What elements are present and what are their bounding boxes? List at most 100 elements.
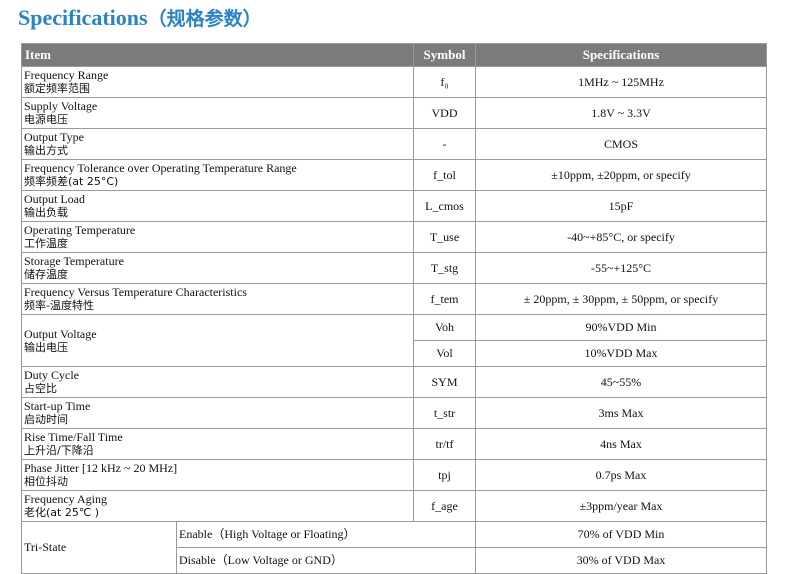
table-row: Output Voltage 输出电压 Voh 90%VDD Min	[21, 314, 767, 367]
symbol-cell: f_tem	[413, 283, 476, 315]
item-label-cn: 相位抖动	[24, 475, 68, 488]
value-cell: 3ms Max	[475, 397, 767, 429]
item-label: Duty Cycle	[24, 368, 79, 382]
item-cell: Output Voltage 输出电压	[21, 314, 414, 367]
table-row: Frequency Aging 老化(at 25℃ ) f_age ±3ppm/yea…	[21, 490, 767, 522]
table-row: Frequency Range 额定频率范围 f₀ 1MHz ~ 125MHz	[21, 66, 767, 98]
value-cell: ±10ppm, ±20ppm, or specify	[475, 159, 767, 191]
item-label-cn: 占空比	[24, 382, 57, 395]
item-cell: Operating Temperature 工作温度	[21, 221, 414, 253]
symbol-cell: f_tol	[413, 159, 476, 191]
title-chinese: （规格参数）	[147, 8, 262, 30]
table-row: Phase Jitter [12 kHz ~ 20 MHz] 相位抖动 tpj 0.7…	[21, 459, 767, 491]
symbol-cell: -	[413, 128, 476, 160]
table-row: Output Load 输出负载 L_cmos 15pF	[21, 190, 767, 222]
item-cell: Frequency Range 额定频率范围	[21, 66, 414, 98]
item-label: Start-up Time	[24, 399, 91, 413]
symbol-cell: T_use	[413, 221, 476, 253]
value-cell: 45~55%	[475, 366, 767, 398]
table-row: Operating Temperature 工作温度 T_use -40~+85°C,…	[21, 221, 767, 253]
tri-state-label: Tri-State	[21, 521, 177, 574]
table-row: Frequency Tolerance over Operating Tempe…	[21, 159, 767, 191]
symbol-cell: VDD	[413, 97, 476, 129]
symbol-cell: f_age	[413, 490, 476, 522]
item-label: Frequency Range	[24, 68, 109, 82]
table-row: Storage Temperature 储存温度 T_stg -55~+125°C	[21, 252, 767, 284]
table-row: Output Type 输出方式 - CMOS	[21, 128, 767, 160]
item-label: Rise Time/Fall Time	[24, 430, 123, 444]
item-label-cn: 启动时间	[24, 413, 68, 426]
value-cell: -40~+85°C, or specify	[475, 221, 767, 253]
item-cell: Phase Jitter [12 kHz ~ 20 MHz] 相位抖动	[21, 459, 414, 491]
symbol-cell: SYM	[413, 366, 476, 398]
item-label-cn: 老化(at 25℃ )	[24, 506, 99, 519]
tri-state-disable-condition: Disable（Low Voltage or GND）	[176, 547, 476, 574]
value-cell: 1MHz ~ 125MHz	[475, 66, 767, 98]
item-label: Output Load	[24, 192, 85, 206]
tri-state-enable-condition: Enable（High Voltage or Floating）	[176, 521, 476, 548]
symbol-cell: tr/tf	[413, 428, 476, 460]
item-label: Output Type	[24, 130, 84, 144]
symbol-cell: tpj	[413, 459, 476, 491]
item-label-cn: 储存温度	[24, 268, 68, 281]
value-cell: 4ns Max	[475, 428, 767, 460]
item-label: Operating Temperature	[24, 223, 136, 237]
item-label: Frequency Aging	[24, 492, 107, 506]
item-cell: Storage Temperature 储存温度	[21, 252, 414, 284]
item-label: Supply Voltage	[24, 99, 98, 113]
title-english: Specifications	[18, 5, 148, 30]
symbol-cell: t_str	[413, 397, 476, 429]
item-label: Phase Jitter [12 kHz ~ 20 MHz]	[24, 461, 178, 475]
item-label: Frequency Versus Temperature Characteris…	[24, 285, 247, 299]
symbol-cell: L_cmos	[413, 190, 476, 222]
value-cell: 90%VDD Min	[475, 314, 767, 341]
table-row: Tri-State Enable（High Voltage or Floatin…	[21, 521, 767, 574]
page-title: Specifications（规格参数）	[18, 2, 262, 34]
table-row: Duty Cycle 占空比 SYM 45~55%	[21, 366, 767, 398]
item-label-cn: 工作温度	[24, 237, 68, 250]
header-symbol: Symbol	[413, 43, 476, 67]
header-specifications: Specifications	[475, 43, 767, 67]
item-label-cn: 频率频差(at 25°C)	[24, 175, 119, 188]
header-item: Item	[21, 43, 414, 67]
item-label-cn: 输出负载	[24, 206, 68, 219]
item-cell: Frequency Tolerance over Operating Tempe…	[21, 159, 414, 191]
item-label-cn: 上升沿/下降沿	[24, 444, 94, 457]
symbol-cell: Voh	[413, 314, 476, 341]
value-cell: 70% of VDD Min	[475, 521, 767, 548]
table-row: Supply Voltage 电源电压 VDD 1.8V ~ 3.3V	[21, 97, 767, 129]
value-cell: 0.7ps Max	[475, 459, 767, 491]
item-label-cn: 额定频率范围	[24, 82, 90, 95]
item-label-cn: 输出电压	[24, 340, 68, 354]
item-cell: Start-up Time 启动时间	[21, 397, 414, 429]
item-label-cn: 输出方式	[24, 144, 68, 157]
table-header-row: Item Symbol Specifications	[21, 43, 767, 67]
item-cell: Frequency Versus Temperature Characteris…	[21, 283, 414, 315]
value-cell: 15pF	[475, 190, 767, 222]
item-cell: Output Load 输出负载	[21, 190, 414, 222]
specifications-table: Item Symbol Specifications Frequency Ran…	[21, 43, 767, 574]
table-row: Start-up Time 启动时间 t_str 3ms Max	[21, 397, 767, 429]
value-cell: CMOS	[475, 128, 767, 160]
item-label: Output Voltage	[24, 326, 97, 341]
value-cell: ±3ppm/year Max	[475, 490, 767, 522]
symbol-cell: f₀	[413, 66, 476, 98]
item-cell: Rise Time/Fall Time 上升沿/下降沿	[21, 428, 414, 460]
value-cell: 30% of VDD Max	[475, 547, 767, 574]
item-cell: Frequency Aging 老化(at 25℃ )	[21, 490, 414, 522]
item-label-cn: 频率-温度特性	[24, 299, 94, 312]
item-cell: Supply Voltage 电源电压	[21, 97, 414, 129]
item-label: Storage Temperature	[24, 254, 124, 268]
value-cell: -55~+125°C	[475, 252, 767, 284]
item-cell: Output Type 输出方式	[21, 128, 414, 160]
item-label: Frequency Tolerance over Operating Tempe…	[24, 161, 297, 175]
value-cell: 10%VDD Max	[475, 340, 767, 367]
symbol-cell: Vol	[413, 340, 476, 367]
item-cell: Duty Cycle 占空比	[21, 366, 414, 398]
value-cell: 1.8V ~ 3.3V	[475, 97, 767, 129]
item-label-cn: 电源电压	[24, 113, 68, 126]
symbol-cell: T_stg	[413, 252, 476, 284]
table-row: Frequency Versus Temperature Characteris…	[21, 283, 767, 315]
table-row: Rise Time/Fall Time 上升沿/下降沿 tr/tf 4ns Max	[21, 428, 767, 460]
value-cell: ± 20ppm, ± 30ppm, ± 50ppm, or specify	[475, 283, 767, 315]
